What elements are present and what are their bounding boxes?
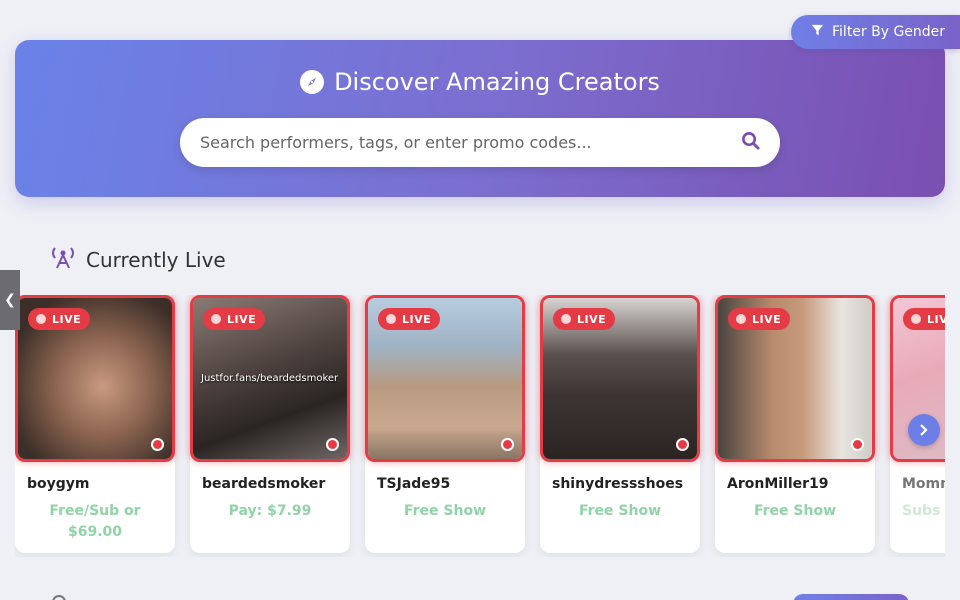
live-dot-icon [736,314,746,324]
performer-thumbnail[interactable]: LIVE [715,295,875,462]
performer-price: Subs [902,503,941,519]
chevron-right-icon [918,421,930,440]
currently-live-heading: Currently Live [50,245,226,274]
carousel-next-button[interactable] [908,414,940,446]
live-dot-icon [211,314,221,324]
recording-dot-icon [851,438,864,451]
live-badge: LIVE [378,308,441,330]
chevron-left-icon: ❮ [4,292,16,308]
filter-label: Filter By Gender [832,24,946,40]
live-badge: LIVE [728,308,791,330]
live-dot-icon [386,314,396,324]
filter-icon [811,24,824,41]
search-input[interactable] [200,133,741,152]
section-icon [52,595,66,600]
performer-price: Free Show [403,503,487,519]
live-badge: LIVE [903,308,945,330]
hero-banner: Discover Amazing Creators [15,40,945,197]
performer-price: Free Show [753,503,837,519]
recording-dot-icon [151,438,164,451]
section-title-text: Currently Live [86,247,226,272]
performer-card[interactable]: LIVE TSJade95 Free Show [365,295,525,553]
performer-name[interactable]: shinydressshoes [552,476,683,492]
live-badge: LIVE [553,308,616,330]
live-dot-icon [36,314,46,324]
performer-price: Free Show [578,503,662,519]
section-action-button[interactable] [793,594,909,600]
performer-card[interactable]: LIVE shinydressshoes Free Show [540,295,700,553]
performer-thumbnail[interactable]: LIVE [15,295,175,462]
filter-by-gender-button[interactable]: Filter By Gender [791,15,960,49]
recording-dot-icon [326,438,339,451]
performer-price: Free/Sub or $69.00 [49,503,141,540]
live-carousel: LIVE boygym Free/Sub or $69.00 Justfor.f… [15,295,945,557]
performer-name[interactable]: beardedsmoker [202,476,325,492]
performer-thumbnail[interactable]: LIVE [365,295,525,462]
recording-dot-icon [676,438,689,451]
hero-title: Discover Amazing Creators [15,68,945,96]
live-dot-icon [911,314,921,324]
performer-card[interactable]: Justfor.fans/beardedsmoker LIVE beardeds… [190,295,350,553]
search-bar [180,118,780,167]
live-badge: LIVE [203,308,266,330]
performer-name[interactable]: Momm [902,476,945,492]
performer-thumbnail[interactable]: Justfor.fans/beardedsmoker LIVE [190,295,350,462]
performer-card[interactable]: LIVE boygym Free/Sub or $69.00 [15,295,175,553]
performer-card[interactable]: LIVE AronMiller19 Free Show [715,295,875,553]
hero-title-text: Discover Amazing Creators [334,68,660,96]
broadcast-icon [50,245,76,274]
watermark-text: Justfor.fans/beardedsmoker [201,373,339,384]
live-dot-icon [561,314,571,324]
performer-price: Pay: $7.99 [228,503,312,519]
recording-dot-icon [501,438,514,451]
search-icon[interactable] [741,131,760,154]
performer-thumbnail[interactable]: LIVE [540,295,700,462]
performer-name[interactable]: boygym [27,476,90,492]
performer-name[interactable]: AronMiller19 [727,476,829,492]
compass-icon [300,70,325,94]
live-badge: LIVE [28,308,91,330]
performer-name[interactable]: TSJade95 [377,476,450,492]
carousel-prev-button[interactable]: ❮ [0,270,20,330]
